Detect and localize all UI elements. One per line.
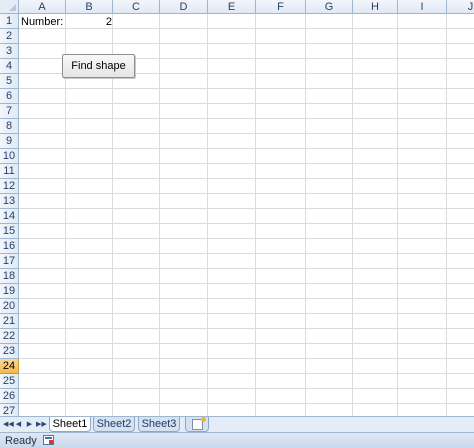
insert-worksheet-tab[interactable] bbox=[185, 417, 209, 432]
gridline-horizontal bbox=[19, 88, 474, 89]
row-header-20[interactable]: 20 bbox=[0, 299, 19, 314]
column-header-h[interactable]: H bbox=[353, 0, 398, 14]
column-header-b[interactable]: B bbox=[66, 0, 113, 14]
tab-sheet3[interactable]: Sheet3 bbox=[138, 417, 180, 432]
column-header-c[interactable]: C bbox=[113, 0, 160, 14]
gridline-horizontal bbox=[19, 343, 474, 344]
insert-worksheet-icon bbox=[192, 417, 206, 430]
gridline-horizontal bbox=[19, 373, 474, 374]
gridline-horizontal bbox=[19, 223, 474, 224]
gridline-vertical bbox=[207, 14, 208, 416]
gridline-horizontal bbox=[19, 118, 474, 119]
row-header-13[interactable]: 13 bbox=[0, 194, 19, 209]
tab-sheet2[interactable]: Sheet2 bbox=[93, 417, 135, 432]
row-header-22[interactable]: 22 bbox=[0, 329, 19, 344]
horizontal-scroll-area[interactable] bbox=[212, 419, 474, 431]
cell-a1[interactable]: Number: bbox=[21, 15, 63, 29]
select-all-corner[interactable] bbox=[0, 0, 19, 14]
row-header-16[interactable]: 16 bbox=[0, 239, 19, 254]
gridline-horizontal bbox=[19, 238, 474, 239]
cell-b1[interactable]: 2 bbox=[66, 15, 112, 29]
column-header-a[interactable]: A bbox=[19, 0, 66, 14]
gridline-horizontal bbox=[19, 298, 474, 299]
row-header-24[interactable]: 24 bbox=[0, 359, 19, 374]
next-sheet-nav-icon[interactable]: ▶ bbox=[25, 419, 34, 430]
spreadsheet-grid[interactable]: ABCDEFGHIJ 1 2 3 4 5 6 7 8 9 10 11 12 13 14 15 16 17 18 19… bbox=[0, 0, 474, 416]
sheet-tab-bar: ◀◀ ◀ ▶ ▶▶ Sheet1 Sheet2 Sheet3 bbox=[0, 416, 474, 432]
column-header-f[interactable]: F bbox=[256, 0, 306, 14]
status-bar: Ready bbox=[0, 432, 474, 448]
row-header-7[interactable]: 7 bbox=[0, 104, 19, 119]
gridline-vertical bbox=[446, 14, 447, 416]
row-header-21[interactable]: 21 bbox=[0, 314, 19, 329]
row-header-27[interactable]: 27 bbox=[0, 404, 19, 416]
gridline-horizontal bbox=[19, 148, 474, 149]
gridline-horizontal bbox=[19, 208, 474, 209]
gridline-horizontal bbox=[19, 253, 474, 254]
row-header-1[interactable]: 1 bbox=[0, 14, 19, 29]
row-header-9[interactable]: 9 bbox=[0, 134, 19, 149]
prev-sheet-nav-icon[interactable]: ◀ bbox=[14, 419, 23, 430]
macro-record-icon[interactable] bbox=[43, 435, 54, 445]
gridline-vertical bbox=[159, 14, 160, 416]
gridline-horizontal bbox=[19, 268, 474, 269]
row-header-18[interactable]: 18 bbox=[0, 269, 19, 284]
gridline-horizontal bbox=[19, 403, 474, 404]
gridline-horizontal bbox=[19, 328, 474, 329]
row-header-5[interactable]: 5 bbox=[0, 74, 19, 89]
column-header-g[interactable]: G bbox=[306, 0, 353, 14]
gridline-horizontal bbox=[19, 43, 474, 44]
column-header-i[interactable]: I bbox=[398, 0, 447, 14]
tab-sheet1[interactable]: Sheet1 bbox=[49, 417, 91, 432]
gridline-horizontal bbox=[19, 388, 474, 389]
gridline-vertical bbox=[352, 14, 353, 416]
row-header-17[interactable]: 17 bbox=[0, 254, 19, 269]
column-header-j[interactable]: J bbox=[447, 0, 474, 14]
gridline-horizontal bbox=[19, 133, 474, 134]
gridline-vertical bbox=[305, 14, 306, 416]
row-header-2[interactable]: 2 bbox=[0, 29, 19, 44]
gridline-horizontal bbox=[19, 163, 474, 164]
row-header-8[interactable]: 8 bbox=[0, 119, 19, 134]
row-header-15[interactable]: 15 bbox=[0, 224, 19, 239]
gridline-vertical bbox=[397, 14, 398, 416]
row-header-4[interactable]: 4 bbox=[0, 59, 19, 74]
last-sheet-nav-icon[interactable]: ▶▶ bbox=[36, 419, 47, 430]
row-header-14[interactable]: 14 bbox=[0, 209, 19, 224]
row-header-3[interactable]: 3 bbox=[0, 44, 19, 59]
gridline-horizontal bbox=[19, 283, 474, 284]
column-header-e[interactable]: E bbox=[208, 0, 256, 14]
row-header-12[interactable]: 12 bbox=[0, 179, 19, 194]
row-header-19[interactable]: 19 bbox=[0, 284, 19, 299]
find-shape-button[interactable]: Find shape bbox=[62, 54, 135, 78]
gridline-vertical bbox=[255, 14, 256, 416]
row-header-11[interactable]: 11 bbox=[0, 164, 19, 179]
gridline-horizontal bbox=[19, 178, 474, 179]
row-header-26[interactable]: 26 bbox=[0, 389, 19, 404]
gridline-horizontal bbox=[19, 313, 474, 314]
first-sheet-nav-icon[interactable]: ◀◀ bbox=[3, 419, 14, 430]
row-header-6[interactable]: 6 bbox=[0, 89, 19, 104]
gridline-horizontal bbox=[19, 193, 474, 194]
row-header-23[interactable]: 23 bbox=[0, 344, 19, 359]
row-header-25[interactable]: 25 bbox=[0, 374, 19, 389]
gridline-horizontal bbox=[19, 103, 474, 104]
status-ready-text: Ready bbox=[5, 435, 37, 447]
column-header-d[interactable]: D bbox=[160, 0, 208, 14]
row-header-10[interactable]: 10 bbox=[0, 149, 19, 164]
gridline-horizontal bbox=[19, 358, 474, 359]
